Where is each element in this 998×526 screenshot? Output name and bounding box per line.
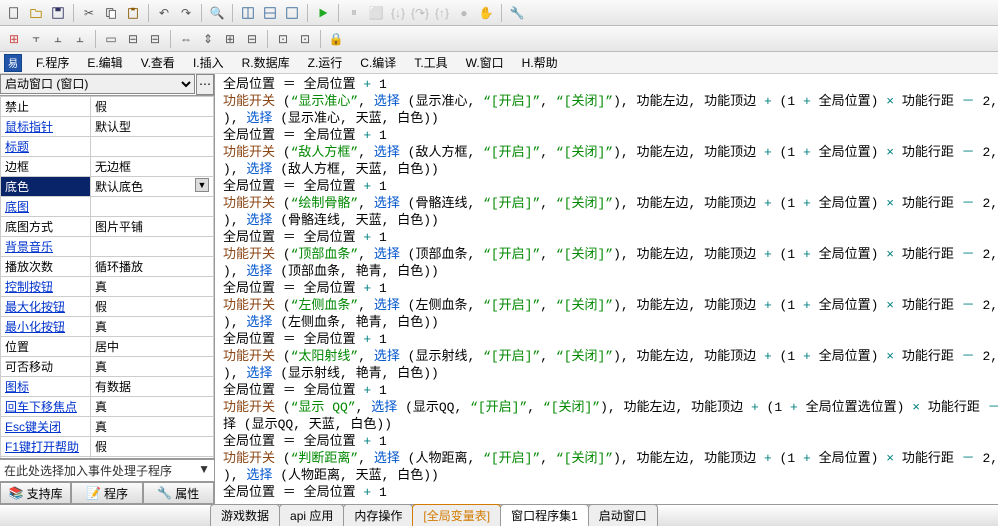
menu-insert[interactable]: I.插入 [189,52,228,73]
prop-row[interactable]: 最大化按钮假 [1,297,214,317]
layout3-icon[interactable] [282,3,302,23]
prop-row[interactable]: 控制按钮真 [1,277,214,297]
module-tab[interactable]: 内存操作 [343,504,413,526]
align6-icon[interactable]: ⊟ [123,29,143,49]
dropdown-icon[interactable]: ▼ [195,178,209,192]
work-area: 启动窗口 (窗口) ⋯ 禁止假鼠标指针默认型标题边框无边框底色默认底色▼底图底图… [0,74,998,504]
module-tab[interactable]: 窗口程序集1 [500,504,589,526]
separator [170,30,171,48]
run-icon[interactable] [313,3,333,23]
menu-edit[interactable]: E.编辑 [83,52,126,73]
step1-icon[interactable]: {↓} [388,3,408,23]
prop-row[interactable]: 底图方式图片平铺 [1,217,214,237]
undo-icon[interactable]: ↶ [154,3,174,23]
prop-row[interactable]: 底色默认底色▼ [1,177,214,197]
toolbar-2: ⊞ ⫟ ⫠ ⫠ ▭ ⊟ ⊟ ⇔ ⇕ ⊞ ⊟ ⊡ ⊡ 🔒 [0,26,998,52]
object-selector[interactable]: 启动窗口 (窗口) [0,74,195,94]
code-editor[interactable]: 全局位置 ＝ 全局位置 + 1功能开关 (“显示准心”, 选择 (显示准心, “… [215,74,998,504]
prop-row[interactable]: 最小化按钮真 [1,317,214,337]
separator [95,30,96,48]
prop-row[interactable]: 背景音乐 [1,237,214,257]
separator [148,4,149,22]
menu-view[interactable]: V.查看 [137,52,179,73]
step2-icon[interactable]: {↷} [410,3,430,23]
dist3-icon[interactable]: ⊞ [220,29,240,49]
prop-row[interactable]: F1键打开帮助假 [1,437,214,457]
copy-icon[interactable] [101,3,121,23]
new-icon[interactable] [4,3,24,23]
separator [338,4,339,22]
align1-icon[interactable]: ⊞ [4,29,24,49]
menu-database[interactable]: R.数据库 [238,52,294,73]
align3-icon[interactable]: ⫠ [48,29,68,49]
prop-row[interactable]: Esc键关闭真 [1,417,214,437]
redo-icon[interactable]: ↷ [176,3,196,23]
cut-icon[interactable]: ✂ [79,3,99,23]
menu-help[interactable]: H.帮助 [518,52,562,73]
prop-row[interactable]: 鼠标指针默认型 [1,117,214,137]
prop-row[interactable]: 可否移动真 [1,357,214,377]
menu-window[interactable]: W.窗口 [462,52,508,73]
prop-row[interactable]: 底图 [1,197,214,217]
dist4-icon[interactable]: ⊟ [242,29,262,49]
app-logo-icon: 易 [4,54,22,72]
prop-row[interactable]: 位置居中 [1,337,214,357]
find-icon[interactable]: 🔍 [207,3,227,23]
dist1-icon[interactable]: ⇔ [176,29,196,49]
center2-icon[interactable]: ⊡ [295,29,315,49]
build-icon[interactable]: 🔧 [507,3,527,23]
module-tab[interactable]: api 应用 [279,504,344,526]
step3-icon[interactable]: {↑} [432,3,452,23]
align2-icon[interactable]: ⫟ [26,29,46,49]
menubar: 易 F.程序 E.编辑 V.查看 I.插入 R.数据库 Z.运行 C.编译 T.… [0,52,998,74]
property-grid: 禁止假鼠标指针默认型标题边框无边框底色默认底色▼底图底图方式图片平铺背景音乐播放… [0,96,214,459]
paste-icon[interactable] [123,3,143,23]
separator [201,4,202,22]
event-hint[interactable]: 在此处选择加入事件处理子程序 ▼ [0,459,214,482]
separator [73,4,74,22]
separator [267,30,268,48]
pause-icon[interactable]: ⏸ [344,3,364,23]
prop-row[interactable]: 标题 [1,137,214,157]
align7-icon[interactable]: ⊟ [145,29,165,49]
bp-icon[interactable]: ● [454,3,474,23]
prop-row[interactable]: 图标有数据 [1,377,214,397]
menu-tools[interactable]: T.工具 [410,52,451,73]
module-tab[interactable]: 启动窗口 [588,504,658,526]
layout1-icon[interactable] [238,3,258,23]
separator [320,30,321,48]
tab-support[interactable]: 📚 支持库 [0,482,71,504]
module-tabs: 游戏数据api 应用内存操作[全局变量表]窗口程序集1启动窗口 [0,504,998,526]
tab-props[interactable]: 🔧 属性 [143,482,214,504]
hand-icon[interactable]: ✋ [476,3,496,23]
separator [307,4,308,22]
menu-run[interactable]: Z.运行 [304,52,347,73]
menu-compile[interactable]: C.编译 [356,52,400,73]
prop-row[interactable]: 播放次数循环播放 [1,257,214,277]
toolbar-1: ✂ ↶ ↷ 🔍 ⏸ ⬜ {↓} {↷} {↑} ● ✋ 🔧 [0,0,998,26]
module-tab[interactable]: 游戏数据 [210,504,280,526]
align5-icon[interactable]: ▭ [101,29,121,49]
center1-icon[interactable]: ⊡ [273,29,293,49]
left-panel: 启动窗口 (窗口) ⋯ 禁止假鼠标指针默认型标题边框无边框底色默认底色▼底图底图… [0,74,215,504]
open-icon[interactable] [26,3,46,23]
menu-program[interactable]: F.程序 [32,52,73,73]
separator [232,4,233,22]
prop-row[interactable]: 禁止假 [1,97,214,117]
save-icon[interactable] [48,3,68,23]
lock-icon[interactable]: 🔒 [326,29,346,49]
module-tab[interactable]: [全局变量表] [412,504,501,526]
dist2-icon[interactable]: ⇕ [198,29,218,49]
stop-icon[interactable]: ⬜ [366,3,386,23]
layout2-icon[interactable] [260,3,280,23]
separator [501,4,502,22]
object-ellipsis-button[interactable]: ⋯ [196,74,214,95]
align4-icon[interactable]: ⫠ [70,29,90,49]
tab-program[interactable]: 📝 程序 [71,482,142,504]
prop-row[interactable]: 回车下移焦点真 [1,397,214,417]
prop-row[interactable]: 边框无边框 [1,157,214,177]
